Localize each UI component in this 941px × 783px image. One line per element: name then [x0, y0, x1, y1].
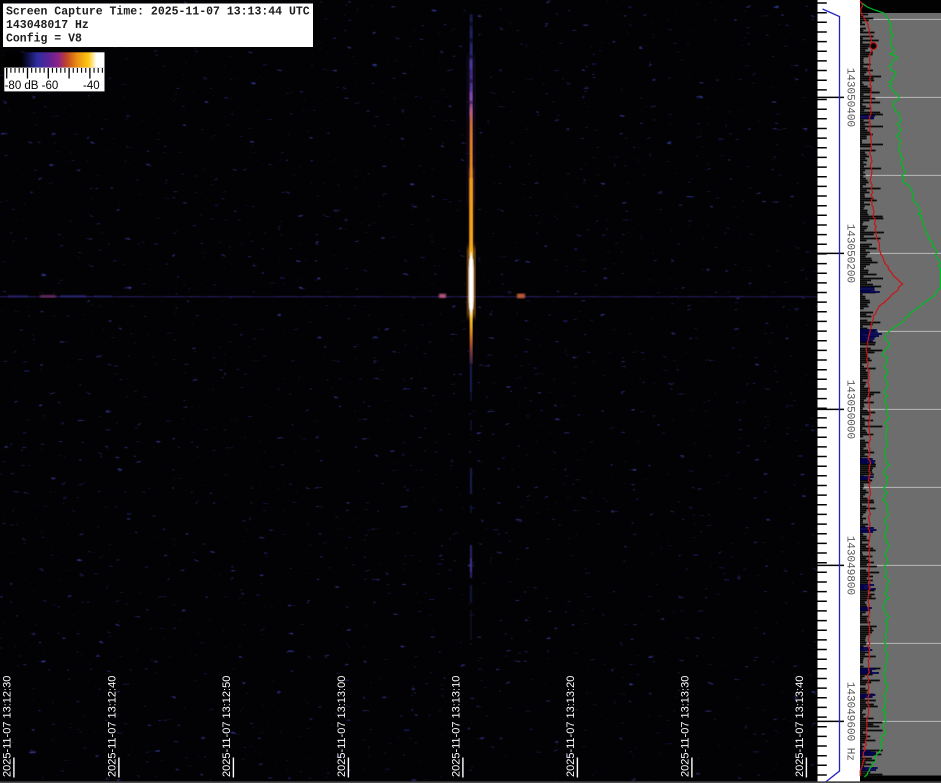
svg-text:2025-11-07 13:12:50: 2025-11-07 13:12:50: [221, 676, 233, 777]
svg-text:143049600 Hz: 143049600 Hz: [844, 682, 856, 761]
svg-text:2025-11-07 13:13:20: 2025-11-07 13:13:20: [565, 676, 577, 777]
svg-text:-40: -40: [83, 80, 100, 92]
svg-text:Screen Capture Time: 2025-11-0: Screen Capture Time: 2025-11-07 13:13:44…: [6, 6, 310, 19]
svg-text:-80 dB -60: -80 dB -60: [5, 80, 59, 92]
svg-text:2025-11-07 13:13:40: 2025-11-07 13:13:40: [794, 676, 806, 777]
svg-text:143048017 Hz: 143048017 Hz: [6, 19, 89, 32]
svg-text:143050200: 143050200: [844, 224, 856, 283]
svg-text:2025-11-07 13:13:10: 2025-11-07 13:13:10: [451, 676, 463, 777]
svg-text:2025-11-07 13:13:00: 2025-11-07 13:13:00: [336, 676, 348, 777]
svg-text:2025-11-07 13:12:40: 2025-11-07 13:12:40: [107, 676, 119, 777]
svg-text:Config = V8: Config = V8: [6, 33, 82, 46]
svg-text:143049800: 143049800: [844, 536, 856, 595]
svg-text:2025-11-07 13:12:30: 2025-11-07 13:12:30: [2, 676, 14, 777]
svg-text:143050000: 143050000: [844, 380, 856, 439]
svg-text:143050400: 143050400: [844, 68, 856, 127]
svg-text:2025-11-07 13:13:30: 2025-11-07 13:13:30: [680, 676, 692, 777]
